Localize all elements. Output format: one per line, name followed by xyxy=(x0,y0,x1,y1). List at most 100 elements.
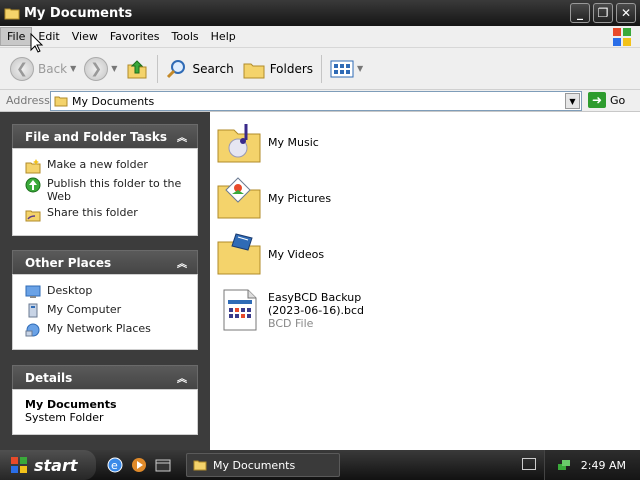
internet-explorer-icon[interactable]: e xyxy=(106,456,124,474)
forward-button[interactable]: ❯ ▼ xyxy=(80,52,121,86)
collapse-icon[interactable]: ︽ xyxy=(175,129,189,144)
windows-logo-icon xyxy=(613,28,631,46)
task-label: Make a new folder xyxy=(47,158,148,171)
folders-icon xyxy=(243,63,265,78)
toolbar-separator xyxy=(157,54,159,83)
place-label: My Network Places xyxy=(47,322,151,335)
item-name: My Videos xyxy=(268,247,325,261)
views-icon xyxy=(330,60,354,77)
chevron-down-icon: ▼ xyxy=(70,64,77,73)
folder-icon xyxy=(54,96,68,107)
mouse-cursor-icon xyxy=(30,33,44,53)
go-label: Go xyxy=(610,93,626,107)
folder-item-my-music[interactable]: My Music xyxy=(216,118,319,166)
go-arrow-icon: ➜ xyxy=(588,92,606,108)
chevron-down-icon: ▼ xyxy=(357,64,364,73)
toolbar-separator xyxy=(321,54,323,83)
back-arrow-icon: ❮ xyxy=(10,56,34,81)
task-make-new-folder[interactable]: Make a new folder xyxy=(25,158,197,174)
file-list: My Music My Pictures My Videos EasyBCD B… xyxy=(210,112,640,450)
up-folder-icon xyxy=(127,59,147,78)
menu-tools[interactable]: Tools xyxy=(166,28,205,45)
file-item-easybcd-backup[interactable]: EasyBCD Backup (2023-06-16).bcd BCD File xyxy=(216,286,364,334)
folder-item-my-pictures[interactable]: My Pictures xyxy=(216,174,331,222)
restore-button[interactable]: ❐ xyxy=(593,3,613,23)
address-dropdown-icon[interactable]: ▼ xyxy=(565,93,580,109)
movie-maker-icon[interactable] xyxy=(154,456,172,474)
address-input[interactable]: My Documents ▼ xyxy=(50,91,582,111)
search-label: Search xyxy=(192,61,234,76)
task-publish-folder[interactable]: Publish this folder to the Web xyxy=(25,177,197,203)
close-button[interactable]: ✕ xyxy=(616,3,636,23)
file-folder-tasks-panel: File and Folder Tasks ︽ Make a new folde… xyxy=(12,124,198,236)
go-button[interactable]: ➜ Go xyxy=(588,92,625,108)
task-label: Publish this folder to the Web xyxy=(47,177,182,203)
item-name: My Music xyxy=(268,135,319,149)
address-value: My Documents xyxy=(72,94,155,108)
desktop-icon xyxy=(25,285,41,298)
taskbar-window-my-documents[interactable]: My Documents xyxy=(186,453,340,477)
other-places-panel: Other Places ︽ Desktop My Computer My Ne… xyxy=(12,250,198,350)
menu-help[interactable]: Help xyxy=(205,28,242,45)
start-button[interactable]: start xyxy=(0,450,96,480)
address-bar: Address My Documents ▼ ➜ Go xyxy=(0,90,640,112)
media-player-icon[interactable] xyxy=(130,456,148,474)
toolbar: ❮ Back ▼ ❯ ▼ Search Folders ▼ xyxy=(0,48,640,90)
videos-folder-icon xyxy=(217,233,261,275)
folder-item-my-videos[interactable]: My Videos xyxy=(216,230,324,278)
new-folder-icon xyxy=(25,159,41,174)
task-pane: File and Folder Tasks ︽ Make a new folde… xyxy=(0,112,210,450)
search-button[interactable]: Search xyxy=(162,52,237,86)
place-label: Desktop xyxy=(47,284,93,297)
task-label: Share this folder xyxy=(47,206,138,219)
clock[interactable]: 2:49 AM xyxy=(581,459,626,472)
chevron-down-icon: ▼ xyxy=(111,64,118,73)
bcd-file-icon xyxy=(223,289,257,331)
forward-arrow-icon: ❯ xyxy=(84,56,109,81)
folders-button[interactable]: Folders xyxy=(238,52,317,86)
panel-title: Details xyxy=(25,370,73,385)
views-button[interactable]: ▼ xyxy=(326,52,367,86)
svg-text:e: e xyxy=(111,459,118,472)
place-my-network-places[interactable]: My Network Places xyxy=(25,322,197,338)
title-bar: My Documents _ ❐ ✕ xyxy=(0,0,640,26)
pictures-folder-icon xyxy=(217,177,261,219)
globe-icon xyxy=(25,177,41,193)
music-folder-icon xyxy=(217,124,261,163)
folder-icon xyxy=(4,8,20,20)
windows-flag-icon xyxy=(11,457,27,473)
back-button[interactable]: ❮ Back ▼ xyxy=(6,52,80,86)
network-icon xyxy=(25,323,40,337)
panel-header[interactable]: File and Folder Tasks ︽ xyxy=(12,124,198,148)
collapse-icon[interactable]: ︽ xyxy=(175,370,189,385)
taskbar: start e My Documents 2:49 AM xyxy=(0,450,640,480)
folder-icon xyxy=(193,460,207,471)
place-desktop[interactable]: Desktop xyxy=(25,284,197,300)
menu-file[interactable]: File xyxy=(0,27,33,46)
item-name-line2: (2023-06-16).bcd xyxy=(268,303,365,317)
address-label: Address xyxy=(6,94,50,107)
up-folder-button[interactable] xyxy=(121,52,153,86)
item-name-block: EasyBCD Backup (2023-06-16).bcd BCD File xyxy=(268,291,364,330)
panel-header[interactable]: Details ︽ xyxy=(12,365,198,389)
menu-bar: File Edit View Favorites Tools Help xyxy=(0,26,640,48)
search-icon xyxy=(167,59,186,78)
keyboard-icon[interactable] xyxy=(522,458,536,470)
place-label: My Computer xyxy=(47,303,122,316)
folders-label: Folders xyxy=(269,61,314,76)
details-name: My Documents xyxy=(25,398,117,411)
back-label: Back xyxy=(38,61,68,76)
network-status-icon[interactable] xyxy=(557,458,571,472)
details-panel: Details ︽ My Documents System Folder xyxy=(12,365,198,435)
task-share-folder[interactable]: Share this folder xyxy=(25,206,197,222)
minimize-button[interactable]: _ xyxy=(570,3,590,23)
panel-header[interactable]: Other Places ︽ xyxy=(12,250,198,274)
menu-view[interactable]: View xyxy=(66,28,104,45)
system-tray: 2:49 AM xyxy=(544,450,640,480)
start-label: start xyxy=(34,455,78,475)
collapse-icon[interactable]: ︽ xyxy=(175,255,189,270)
place-my-computer[interactable]: My Computer xyxy=(25,303,197,319)
menu-favorites[interactable]: Favorites xyxy=(104,28,166,45)
window-title: My Documents xyxy=(24,5,133,21)
taskbar-window-label: My Documents xyxy=(213,458,296,472)
